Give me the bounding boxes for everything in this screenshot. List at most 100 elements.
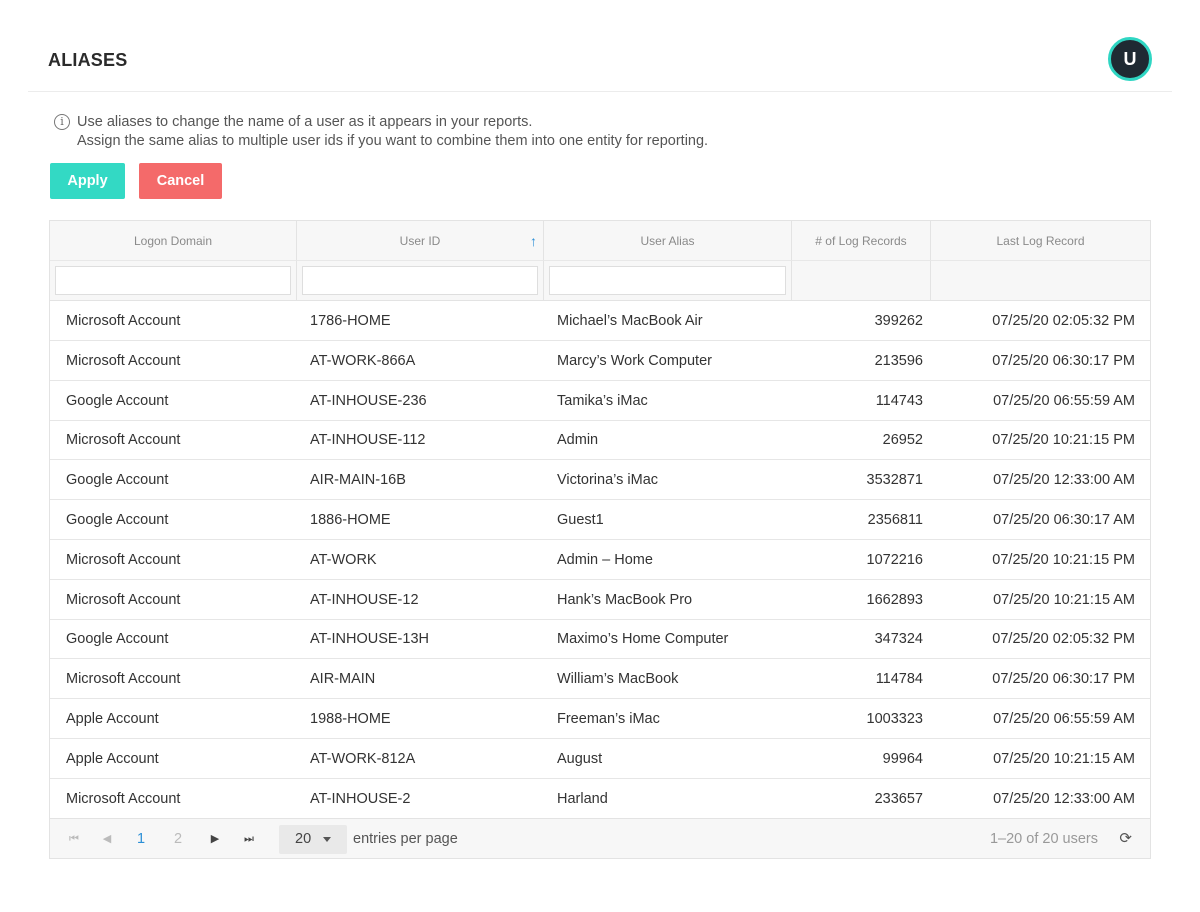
cell-log-records: 1072216 — [866, 551, 923, 568]
user-id-filter-input[interactable] — [302, 266, 538, 295]
page-title: ALIASES — [48, 50, 128, 70]
cancel-button[interactable]: Cancel — [139, 163, 222, 199]
cell-log-records: 1662893 — [866, 591, 923, 608]
arrow-up-icon: ↑ — [530, 233, 537, 249]
cell-logon-domain: Microsoft Account — [66, 551, 181, 568]
per-page-label: entries per page — [353, 831, 458, 847]
table-row[interactable]: Google Account 1886-HOME Guest1 2356811 07/2… — [50, 500, 1150, 540]
caret-down-icon — [323, 837, 331, 842]
filter-cell-log-records — [792, 261, 931, 300]
cell-user-alias: Admin — [557, 432, 599, 449]
cell-logon-domain: Google Account — [66, 631, 169, 648]
column-label: Logon Domain — [133, 234, 213, 248]
cell-log-records: 114743 — [875, 392, 923, 409]
cell-user-alias: Michael’s MacBook Air — [557, 313, 703, 329]
cell-last-log-record: 07/25/20 06:30:17 PM — [992, 671, 1135, 688]
cell-last-log-record: 07/25/20 06:30:17 PM — [992, 352, 1135, 369]
table-row[interactable]: Microsoft Account AIR-MAIN William’s MacBo… — [50, 659, 1150, 700]
page-header: ALIASES U — [28, 30, 1172, 92]
cell-last-log-record: 07/25/20 12:33:00 AM — [993, 790, 1135, 807]
table-row[interactable]: Google Account AT-INHOUSE-13H Maximo’s Hom… — [50, 619, 1150, 660]
column-header-logon-domain[interactable]: Logon Domain — [50, 221, 297, 261]
cell-user-alias: William’s MacBook — [557, 671, 679, 688]
refresh-icon[interactable]: ⟳ — [1119, 819, 1132, 859]
cell-log-records: 2356811 — [867, 512, 923, 528]
apply-button[interactable]: Apply — [50, 163, 125, 199]
cell-last-log-record: 07/25/20 10:21:15 PM — [992, 551, 1135, 568]
first-page-icon[interactable]: ⏮ — [64, 819, 84, 859]
cell-user-id: AT-WORK-812A — [310, 750, 416, 767]
cell-last-log-record: 07/25/20 06:55:59 AM — [993, 711, 1135, 727]
cell-last-log-record: 07/25/20 10:21:15 PM — [992, 432, 1135, 449]
cell-user-alias: Freeman’s iMac — [557, 711, 660, 727]
table-row[interactable]: Google Account AIR-MAIN-16B Victorina’s iM… — [50, 460, 1150, 501]
cell-user-id: AIR-MAIN-16B — [310, 472, 406, 489]
cell-user-id: AT-INHOUSE-12 — [310, 591, 419, 608]
column-header-last-log-record[interactable]: Last Log Record — [931, 221, 1150, 261]
column-header-log-records[interactable]: # of Log Records — [792, 221, 931, 261]
previous-page-icon[interactable]: ◀ — [97, 819, 117, 859]
cell-logon-domain: Google Account — [66, 392, 169, 409]
cell-log-records: 1003323 — [866, 711, 923, 727]
cell-log-records: 233657 — [874, 790, 923, 807]
table-row[interactable]: Apple Account AT-WORK-812A August 99964 07/2… — [50, 739, 1150, 779]
cell-last-log-record: 07/25/20 10:21:15 AM — [993, 750, 1135, 767]
next-page-icon[interactable]: ▶ — [205, 819, 225, 859]
column-header-user-id[interactable]: User ID ↑ — [297, 221, 544, 261]
table-row[interactable]: Google Account AT-INHOUSE-236 Tamika’s iMa… — [50, 381, 1150, 421]
cell-user-alias: Victorina’s iMac — [557, 472, 659, 489]
table-row[interactable]: Microsoft Account AT-INHOUSE-2 Harland 2336… — [50, 779, 1150, 819]
cell-user-id: AT-INHOUSE-13H — [310, 631, 429, 648]
cell-logon-domain: Microsoft Account — [66, 313, 181, 329]
cell-user-alias: Marcy’s Work Computer — [557, 352, 712, 369]
cell-logon-domain: Microsoft Account — [66, 790, 181, 807]
cell-log-records: 347324 — [874, 631, 923, 648]
table-row[interactable]: Microsoft Account 1786-HOME Michael’s MacB… — [50, 301, 1150, 341]
cell-user-alias: Guest1 — [557, 512, 604, 528]
cell-logon-domain: Apple Account — [66, 711, 159, 727]
column-header-user-alias[interactable]: User Alias — [544, 221, 792, 261]
table-row[interactable]: Microsoft Account AT-WORK Admin – Home 1072… — [50, 540, 1150, 580]
cell-user-id: AT-WORK-866A — [310, 352, 416, 369]
table-row[interactable]: Apple Account 1988-HOME Freeman’s iMac 1003… — [50, 699, 1150, 739]
cell-logon-domain: Microsoft Account — [66, 671, 181, 688]
table-row[interactable]: Microsoft Account AT-INHOUSE-112 Admin 2695… — [50, 420, 1150, 461]
info-icon: i — [54, 114, 70, 130]
cell-user-id: AIR-MAIN — [310, 671, 376, 688]
cell-log-records: 3532871 — [866, 472, 923, 489]
last-page-icon[interactable]: ⏭ — [239, 819, 259, 859]
cell-user-id: AT-INHOUSE-236 — [310, 392, 427, 409]
info-line-2: Assign the same alias to multiple user i… — [77, 133, 709, 149]
table-row[interactable]: Microsoft Account AT-WORK-866A Marcy’s Wor… — [50, 341, 1150, 381]
cell-user-alias: Hank’s MacBook Pro — [557, 591, 693, 608]
cell-log-records: 399262 — [874, 313, 923, 329]
cell-logon-domain: Microsoft Account — [66, 591, 181, 608]
page-2-button[interactable]: 2 — [168, 819, 188, 859]
cell-user-id: 1886-HOME — [310, 512, 391, 528]
cell-log-records: 213596 — [874, 352, 923, 369]
cell-log-records: 26952 — [882, 432, 923, 449]
aliases-table: Logon Domain User ID ↑ User Alias # of Lo… — [49, 220, 1151, 859]
per-page-value: 20 — [295, 831, 312, 847]
cell-last-log-record: 07/25/20 02:05:32 PM — [992, 631, 1135, 648]
alias-filter-input[interactable] — [549, 266, 786, 295]
cell-last-log-record: 07/25/20 10:21:15 AM — [993, 591, 1135, 608]
cell-user-id: AT-INHOUSE-112 — [310, 432, 426, 449]
column-label: User Alias — [640, 234, 695, 248]
cell-user-id: 1786-HOME — [310, 313, 391, 329]
cell-user-id: 1988-HOME — [310, 711, 391, 727]
domain-filter-input[interactable] — [55, 266, 291, 295]
page-1-button[interactable]: 1 — [131, 819, 151, 859]
cell-user-alias: Admin – Home — [557, 551, 653, 568]
cell-user-alias: Harland — [557, 790, 608, 807]
table-row[interactable]: Microsoft Account AT-INHOUSE-12 Hank’s Mac… — [50, 580, 1150, 620]
range-text: 1–20 of 20 users — [989, 831, 1098, 847]
cell-logon-domain: Microsoft Account — [66, 432, 181, 449]
user-avatar[interactable]: U — [1108, 37, 1152, 81]
cell-user-id: AT-INHOUSE-2 — [310, 790, 411, 807]
cell-last-log-record: 07/25/20 06:30:17 AM — [993, 512, 1135, 528]
cell-last-log-record: 07/25/20 02:05:32 PM — [992, 313, 1135, 329]
cell-logon-domain: Google Account — [66, 512, 169, 528]
cell-last-log-record: 07/25/20 12:33:00 AM — [993, 472, 1135, 489]
per-page-select[interactable]: 20 — [279, 825, 347, 854]
